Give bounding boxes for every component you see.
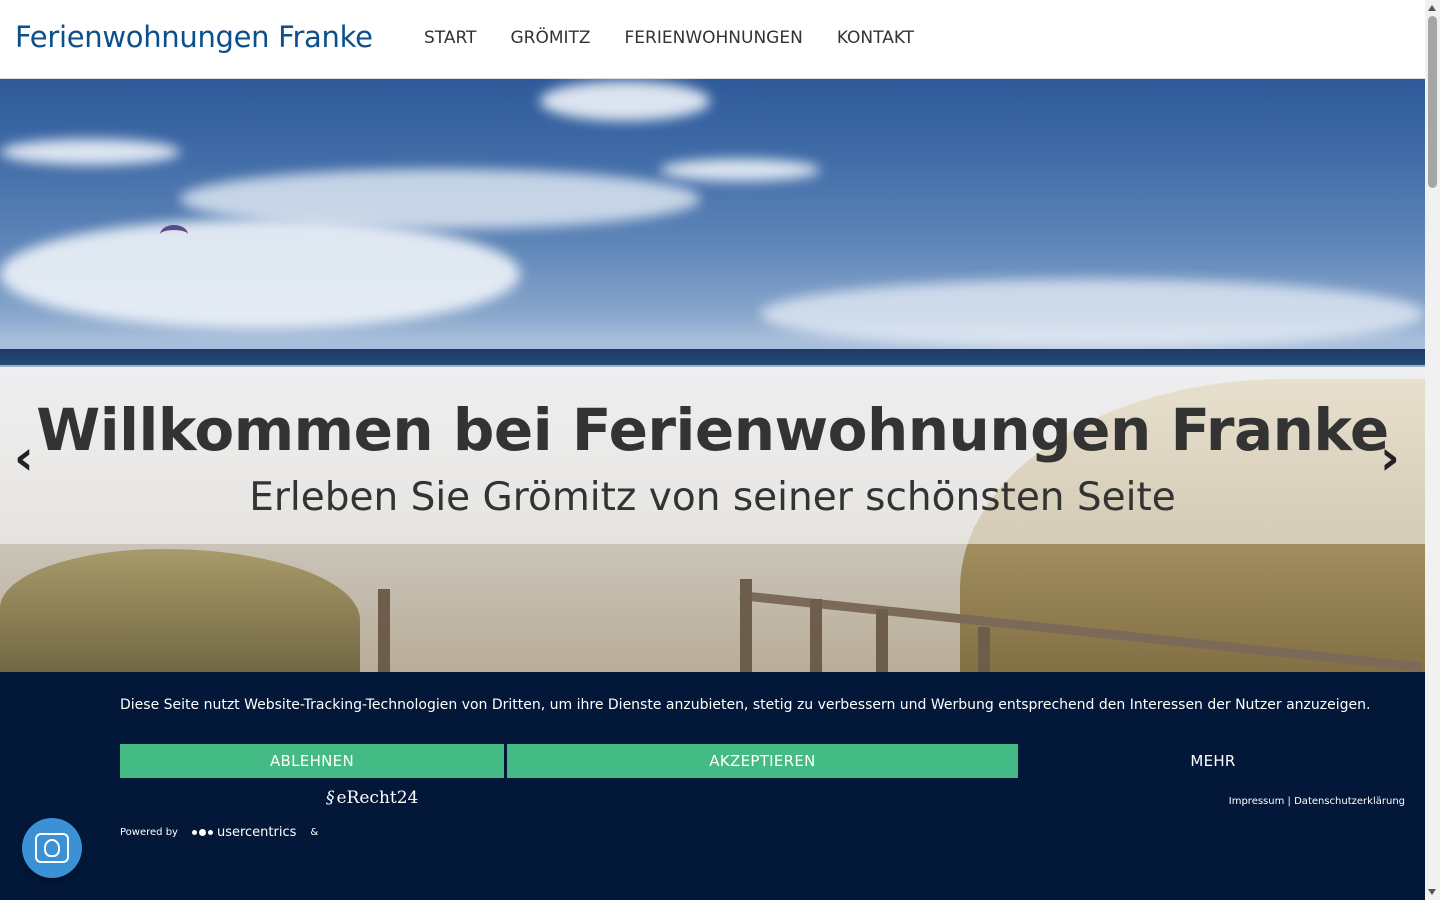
scroll-down-icon[interactable]: [1428, 889, 1436, 895]
fence-post: [740, 579, 752, 672]
fence-post: [978, 627, 990, 672]
ampersand: &: [310, 827, 319, 838]
cloud: [540, 81, 710, 121]
decline-button[interactable]: ABLEHNEN: [120, 744, 504, 778]
fence-post: [876, 609, 888, 672]
page-scrollbar[interactable]: [1425, 0, 1440, 900]
cloud: [760, 279, 1425, 349]
erecht24-mark-icon: §: [326, 788, 335, 808]
usercentrics-dots-icon: [191, 829, 213, 836]
usercentrics-label: usercentrics: [216, 825, 297, 840]
hero-subtitle: Erleben Sie Grömitz von seiner schönsten…: [249, 475, 1176, 520]
site-brand[interactable]: Ferienwohnungen Franke: [15, 20, 373, 54]
privacy-settings-button[interactable]: [22, 818, 82, 878]
legal-links: Impressum | Datenschutzerklärung: [1229, 796, 1405, 807]
erecht24-label: eRecht24: [336, 788, 419, 808]
nav-ferienwohnungen[interactable]: FERIENWOHNUNGEN: [625, 28, 803, 48]
kite: [160, 225, 188, 244]
nav-groemitz[interactable]: GRÖMITZ: [510, 28, 590, 48]
legal-separator: |: [1287, 796, 1291, 807]
site-header: Ferienwohnungen Franke START GRÖMITZ FER…: [0, 0, 1425, 79]
carousel-next-icon[interactable]: ›: [1380, 430, 1400, 486]
nav-start[interactable]: START: [424, 28, 476, 48]
fence-post: [378, 589, 390, 672]
cloud: [0, 139, 180, 165]
fence-post: [810, 599, 822, 672]
accept-button[interactable]: AKZEPTIEREN: [507, 744, 1018, 778]
privacy-link[interactable]: Datenschutzerklärung: [1294, 796, 1405, 807]
cloud: [660, 159, 820, 181]
main-nav: START GRÖMITZ FERIENWOHNUNGEN KONTAKT: [424, 28, 914, 48]
carousel-prev-icon[interactable]: ‹: [14, 430, 34, 486]
impressum-link[interactable]: Impressum: [1229, 796, 1285, 807]
powered-by: Powered by usercentrics &: [120, 825, 318, 840]
cloud: [0, 219, 520, 329]
scroll-thumb[interactable]: [1428, 16, 1437, 188]
nav-kontakt[interactable]: KONTAKT: [837, 28, 914, 48]
usercentrics-logo[interactable]: usercentrics: [191, 825, 297, 840]
hero-carousel: Willkommen bei Ferienwohnungen Franke Er…: [0, 79, 1425, 672]
chat-bubble-icon: [35, 833, 69, 863]
erecht24-logo[interactable]: § eRecht24: [326, 788, 418, 808]
powered-by-label: Powered by: [120, 827, 178, 838]
scroll-up-icon[interactable]: [1428, 5, 1436, 11]
hero-title: Willkommen bei Ferienwohnungen Franke: [36, 396, 1389, 464]
cookie-banner: Diese Seite nutzt Website-Tracking-Techn…: [0, 672, 1425, 900]
cookie-text: Diese Seite nutzt Website-Tracking-Techn…: [120, 697, 1371, 713]
more-button[interactable]: MEHR: [1018, 744, 1408, 778]
fingerprint-icon: [44, 839, 60, 857]
